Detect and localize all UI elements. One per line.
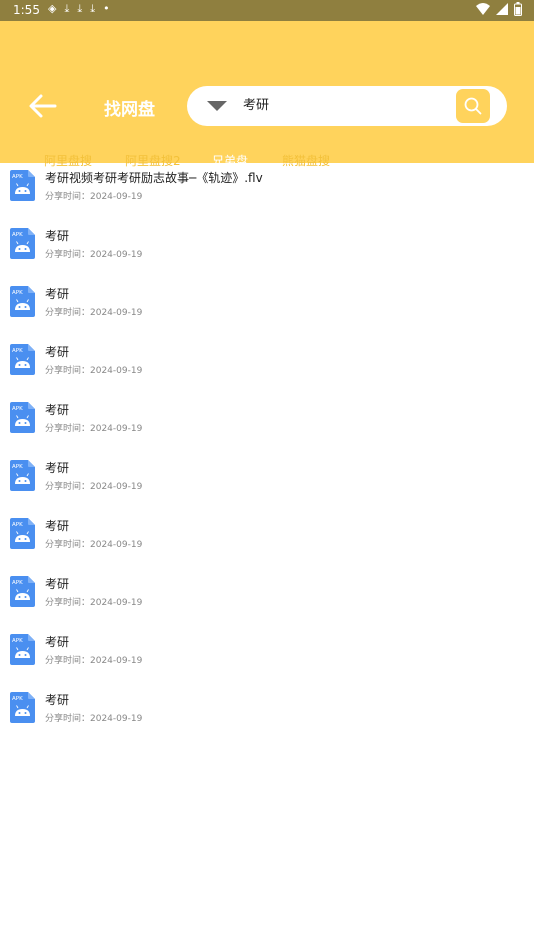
list-item[interactable]: APK 考研分享时间：2024-09-19 (0, 279, 534, 337)
apk-label: APK (12, 696, 23, 702)
system-icons (476, 2, 522, 16)
status-bar: 1:55 ◈ ⤓ ⤓ ⤓ • (0, 0, 534, 21)
file-title: 考研 (45, 693, 70, 707)
download-icon: ⤓ (64, 2, 70, 15)
file-title: 考研 (45, 403, 70, 417)
apk-label: APK (12, 406, 23, 412)
file-title: 考研 (45, 345, 70, 359)
share-date: 分享时间：2024-09-19 (45, 598, 143, 608)
file-title: 考研视频考研考研励志故事─《轨迹》.flv (45, 171, 263, 185)
apk-label: APK (12, 580, 23, 586)
share-date: 分享时间：2024-09-19 (45, 192, 143, 202)
signal-icon (496, 3, 508, 15)
file-title: 考研 (45, 519, 70, 533)
apk-file-icon: APK (10, 576, 35, 607)
download-icon: ⤓ (77, 2, 83, 15)
list-item[interactable]: APK 考研分享时间：2024-09-19 (0, 337, 534, 395)
apk-file-icon: APK (10, 634, 35, 665)
share-date: 分享时间：2024-09-19 (45, 714, 143, 724)
apk-file-icon: APK (10, 692, 35, 723)
search-button[interactable] (456, 89, 490, 123)
search-input[interactable] (243, 92, 443, 114)
apk-label: APK (12, 638, 23, 644)
apk-label: APK (12, 290, 23, 296)
list-item[interactable]: APK 考研分享时间：2024-09-19 (0, 627, 534, 685)
share-date: 分享时间：2024-09-19 (45, 366, 143, 376)
back-button[interactable] (28, 93, 58, 119)
apk-file-icon: APK (10, 402, 35, 433)
file-title: 考研 (45, 635, 70, 649)
status-time: 1:55 (13, 3, 40, 17)
share-date: 分享时间：2024-09-19 (45, 424, 143, 434)
download-icon: ⤓ (90, 2, 96, 15)
apk-label: APK (12, 232, 23, 238)
file-title: 考研 (45, 287, 70, 301)
file-title: 考研 (45, 229, 70, 243)
file-title: 考研 (45, 577, 70, 591)
search-icon (464, 97, 482, 115)
list-item[interactable]: APK 考研分享时间：2024-09-19 (0, 685, 534, 743)
chevron-down-icon[interactable] (207, 101, 227, 111)
apk-file-icon: APK (10, 170, 35, 201)
apk-file-icon: APK (10, 344, 35, 375)
list-item[interactable]: APK 考研分享时间：2024-09-19 (0, 511, 534, 569)
apk-file-icon: APK (10, 460, 35, 491)
share-date: 分享时间：2024-09-19 (45, 540, 143, 550)
page-title: 找网盘 (104, 100, 155, 120)
search-box (187, 86, 507, 126)
battery-icon (514, 2, 522, 16)
share-date: 分享时间：2024-09-19 (45, 482, 143, 492)
wifi-icon (476, 3, 490, 15)
back-arrow-icon (29, 94, 57, 118)
share-date: 分享时间：2024-09-19 (45, 656, 143, 666)
list-item[interactable]: APK 考研分享时间：2024-09-19 (0, 221, 534, 279)
notification-icons: ◈ ⤓ ⤓ ⤓ • (48, 2, 110, 16)
list-item[interactable]: APK 考研分享时间：2024-09-19 (0, 569, 534, 627)
apk-file-icon: APK (10, 228, 35, 259)
dot-icon: • (103, 2, 110, 15)
apk-file-icon: APK (10, 286, 35, 317)
share-date: 分享时间：2024-09-19 (45, 308, 143, 318)
android-shield-icon: ◈ (48, 2, 57, 15)
header: 找网盘 阿里盘搜 阿里盘搜2 兄弟盘 熊猫盘搜 (0, 21, 534, 183)
apk-label: APK (12, 522, 23, 528)
apk-file-icon: APK (10, 518, 35, 549)
list-item[interactable]: APK 考研视频考研考研励志故事─《轨迹》.flv 分享时间：2024-09-19 (0, 163, 534, 221)
list-item[interactable]: APK 考研分享时间：2024-09-19 (0, 453, 534, 511)
apk-label: APK (12, 464, 23, 470)
share-date: 分享时间：2024-09-19 (45, 250, 143, 260)
file-title: 考研 (45, 461, 70, 475)
list-item[interactable]: APK 考研分享时间：2024-09-19 (0, 395, 534, 453)
apk-label: APK (12, 174, 23, 180)
apk-label: APK (12, 348, 23, 354)
